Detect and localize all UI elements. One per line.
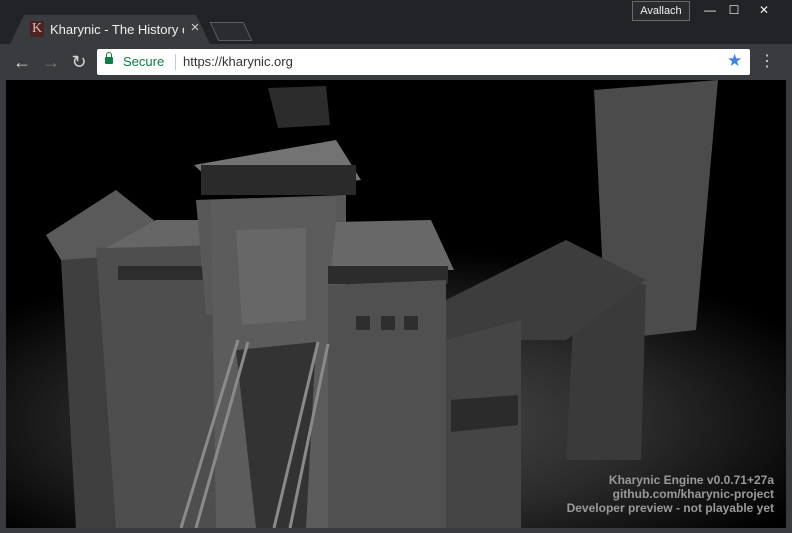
url-protocol: https:// bbox=[183, 54, 223, 69]
address-bar[interactable]: Secure https://kharynic.org ★ bbox=[97, 49, 750, 75]
bookmark-star-icon[interactable]: ★ bbox=[727, 51, 742, 71]
tab-title: Kharynic - The History of bbox=[50, 22, 184, 37]
engine-info-overlay: Kharynic Engine v0.0.71+27a github.com/k… bbox=[567, 473, 774, 515]
engine-version-text: Kharynic Engine v0.0.71+27a bbox=[608, 473, 774, 487]
title-bar: K Kharynic - The History of × Avallach —… bbox=[0, 0, 792, 44]
url-text[interactable]: https://kharynic.org bbox=[183, 54, 293, 70]
window-frame-right bbox=[786, 80, 792, 533]
secure-label: Secure bbox=[123, 54, 165, 69]
tab-kharynic[interactable]: K Kharynic - The History of × bbox=[10, 15, 210, 44]
close-tab-icon[interactable]: × bbox=[188, 20, 202, 36]
profile-button[interactable]: Avallach bbox=[632, 1, 690, 21]
castle-scene bbox=[6, 80, 786, 528]
back-arrow-icon[interactable]: ← bbox=[11, 51, 33, 73]
url-host: kharynic.org bbox=[222, 54, 293, 69]
favicon-icon: K bbox=[30, 21, 44, 37]
forward-arrow-icon[interactable]: → bbox=[40, 51, 62, 73]
kebab-menu-icon[interactable]: ⋮ bbox=[759, 51, 775, 73]
engine-repo-text: github.com/kharynic-project bbox=[612, 487, 774, 501]
maximize-icon[interactable]: ☐ bbox=[722, 1, 746, 19]
browser-toolbar: ← → ↻ Secure https://kharynic.org ★ ⋮ bbox=[0, 44, 792, 80]
window-frame-bottom bbox=[0, 528, 792, 533]
lock-icon bbox=[105, 52, 113, 64]
close-window-icon[interactable]: ✕ bbox=[752, 1, 776, 19]
minimize-icon[interactable]: — bbox=[698, 1, 722, 19]
game-viewport[interactable]: Kharynic Engine v0.0.71+27a github.com/k… bbox=[6, 80, 786, 528]
reload-icon[interactable]: ↻ bbox=[68, 51, 90, 73]
omnibox-separator bbox=[175, 54, 176, 70]
new-tab-button[interactable] bbox=[209, 22, 253, 41]
engine-preview-note: Developer preview - not playable yet bbox=[566, 501, 774, 515]
